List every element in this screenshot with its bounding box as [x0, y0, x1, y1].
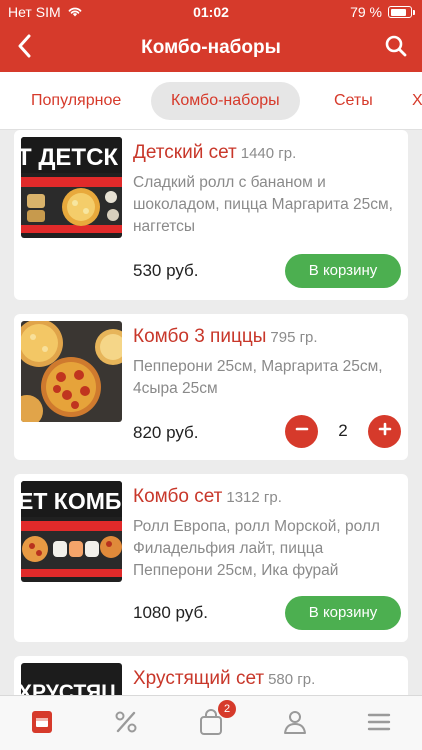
product-card[interactable]: Комбо 3 пиццы 795 гр. Пепперони 25см, Мар… — [14, 314, 408, 460]
category-tabs: Популярное Комбо-наборы Сеты Х — [0, 72, 422, 130]
product-weight: 1312 гр. — [226, 489, 282, 506]
product-image: ЕТ КОМБ — [21, 481, 122, 582]
battery-percent: 79 % — [350, 4, 382, 20]
product-name: Комбо 3 пиццы — [133, 326, 267, 347]
product-price: 1080 руб. — [133, 603, 208, 622]
cart-count-badge: 2 — [218, 700, 236, 718]
back-button[interactable] — [6, 30, 42, 66]
quantity-value: 2 — [338, 421, 348, 440]
product-weight: 580 гр. — [268, 671, 316, 688]
decrease-quantity-button[interactable] — [285, 415, 318, 448]
nav-bar: Комбо-наборы — [0, 24, 422, 72]
plus-icon — [378, 422, 392, 441]
product-card[interactable]: Т ДЕТСК Детский сет 1440 гр. Сладкий ролл… — [14, 130, 408, 300]
search-button[interactable] — [378, 30, 414, 66]
increase-quantity-button[interactable] — [368, 415, 401, 448]
status-bar: Нет SIM 01:02 79 % — [0, 0, 422, 24]
tab-popular[interactable]: Популярное — [31, 82, 121, 120]
product-price: 530 руб. — [133, 261, 199, 280]
menu-book-icon — [29, 709, 55, 740]
product-weight: 1440 гр. — [240, 145, 297, 162]
percent-icon — [113, 709, 139, 740]
tab-profile[interactable] — [275, 706, 315, 742]
app-header: Нет SIM 01:02 79 % Комбо-наборы — [0, 0, 422, 72]
product-name: Комбо сет — [133, 486, 223, 507]
product-description: Сладкий ролл с бананом и шоколадом, пицц… — [133, 174, 393, 235]
product-description: Пепперони 25см, Маргарита 25см, 4сыра 25… — [133, 358, 383, 397]
product-weight: 795 гр. — [270, 329, 318, 346]
bottom-tab-bar: 2 — [0, 695, 422, 750]
svg-text:Т ДЕТСК: Т ДЕТСК — [21, 144, 118, 171]
hamburger-icon — [366, 709, 392, 740]
svg-text:ЕТ КОМБ: ЕТ КОМБ — [21, 488, 121, 514]
tab-menu[interactable] — [22, 706, 62, 742]
chevron-left-icon — [17, 34, 31, 63]
battery-icon — [388, 6, 415, 18]
product-image — [21, 321, 122, 422]
product-price: 820 руб. — [133, 423, 199, 442]
tab-more-menu[interactable] — [359, 706, 399, 742]
product-description: Ролл Европа, ролл Морской, ролл Филадель… — [133, 518, 380, 579]
tab-more[interactable]: Х — [412, 82, 422, 120]
product-card[interactable]: ЕТ КОМБ Комбо сет 1312 гр. Ролл Европа, р… — [14, 474, 408, 642]
tab-combo[interactable]: Комбо-наборы — [151, 82, 300, 120]
product-image: Т ДЕТСК — [21, 137, 122, 238]
search-icon — [385, 35, 407, 62]
quantity-stepper: 2 — [285, 415, 401, 449]
tab-sets[interactable]: Сеты — [334, 82, 373, 120]
page-title: Комбо-наборы — [141, 37, 281, 58]
product-name: Хрустящий сет — [133, 668, 265, 689]
tab-promotions[interactable] — [106, 706, 146, 742]
add-to-cart-button[interactable]: В корзину — [285, 254, 401, 288]
minus-icon — [295, 422, 309, 441]
product-name: Детский сет — [133, 142, 237, 163]
add-to-cart-button[interactable]: В корзину — [285, 596, 401, 630]
user-icon — [282, 709, 308, 740]
